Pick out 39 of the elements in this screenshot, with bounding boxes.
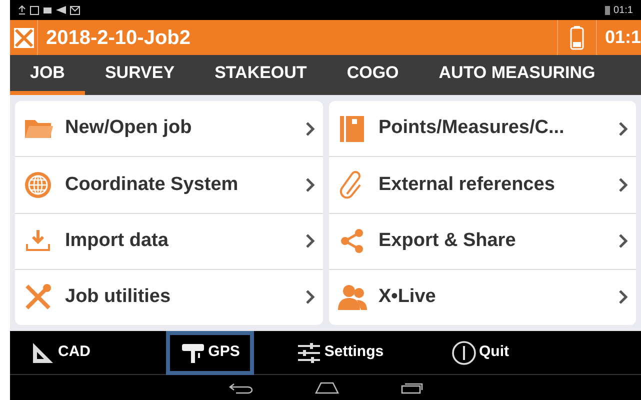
back-icon[interactable] bbox=[228, 382, 254, 394]
recent-apps-icon[interactable] bbox=[400, 382, 424, 394]
tab[interactable]: COGO bbox=[326, 55, 419, 95]
app-logo-icon bbox=[14, 28, 34, 48]
menu-item[interactable]: External references bbox=[328, 156, 636, 212]
chevron-right-icon bbox=[618, 120, 628, 137]
toolbar-button[interactable]: Quit bbox=[437, 330, 523, 374]
send-icon bbox=[56, 6, 66, 14]
battery-icon bbox=[604, 6, 610, 14]
menu-item[interactable]: Import data bbox=[15, 212, 322, 269]
menu-item[interactable]: Coordinate System bbox=[15, 156, 322, 212]
menu-item[interactable]: New/Open job bbox=[15, 101, 322, 156]
tab[interactable]: SURVEY bbox=[84, 55, 195, 95]
chevron-right-icon bbox=[618, 233, 628, 250]
toolbar-button[interactable]: GPS bbox=[166, 330, 254, 374]
menu-item[interactable]: Job utilities bbox=[15, 268, 322, 325]
chevron-right-icon bbox=[304, 289, 314, 306]
tab[interactable]: AUTO MEASURING bbox=[418, 55, 616, 95]
job-title: 2018-2-10-Job2 bbox=[46, 26, 192, 50]
chevron-right-icon bbox=[304, 233, 314, 250]
home-icon[interactable] bbox=[314, 382, 340, 394]
toolbar-button[interactable]: Settings bbox=[282, 330, 398, 374]
people-icon bbox=[336, 282, 366, 312]
mail-icon bbox=[70, 6, 80, 14]
chevron-right-icon bbox=[618, 176, 628, 193]
clock-text: 01:1 bbox=[604, 26, 641, 49]
menu-item[interactable]: Points/Measures/C... bbox=[328, 101, 636, 156]
chevron-right-icon bbox=[304, 120, 314, 137]
chevron-right-icon bbox=[618, 289, 628, 306]
upload-icon bbox=[18, 5, 26, 15]
tab[interactable]: STAKEOUT bbox=[194, 55, 327, 95]
toolbar-button[interactable]: CAD bbox=[16, 330, 104, 374]
globe-icon bbox=[23, 170, 53, 200]
chevron-right-icon bbox=[304, 176, 314, 193]
menu-item[interactable]: Export & Share bbox=[328, 212, 636, 269]
battery-icon bbox=[570, 26, 584, 50]
menu-item[interactable]: X•Live bbox=[328, 268, 636, 325]
power-icon bbox=[451, 340, 477, 366]
clock-text: 01:1 bbox=[614, 4, 633, 18]
